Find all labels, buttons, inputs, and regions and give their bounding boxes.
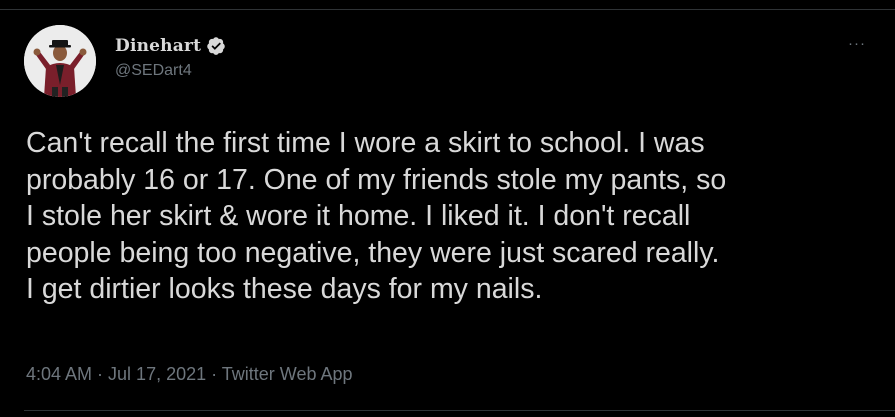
meta-separator: · xyxy=(92,364,109,384)
verified-badge-icon xyxy=(206,36,226,56)
tweet-source[interactable]: Twitter Web App xyxy=(222,364,353,384)
tweet-text-line: people being too negative, they were jus… xyxy=(26,236,720,269)
more-options-icon[interactable]: ··· xyxy=(846,35,868,52)
tweet-date[interactable]: Jul 17, 2021 xyxy=(108,364,206,384)
author-display-name[interactable]: Dinehart xyxy=(115,36,201,56)
tweet-text-line: Can't recall the first time I wore a ski… xyxy=(26,127,705,159)
top-divider xyxy=(0,9,895,10)
tweet-text-line: probably 16 or 17. One of my friends sto… xyxy=(26,163,727,196)
tweet-text: Can't recall the first time I wore a ski… xyxy=(26,125,876,308)
tweet-time[interactable]: 4:04 AM xyxy=(26,364,92,384)
tweet-text-line: I stole her skirt & wore it home. I like… xyxy=(26,200,691,232)
meta-separator: · xyxy=(206,364,222,384)
bottom-divider xyxy=(24,410,895,411)
tweet-author: Dinehart @SEDart4 xyxy=(115,35,226,80)
tweet-text-line: I get dirtier looks these days for my na… xyxy=(26,273,543,305)
tweet-metadata: 4:04 AM · Jul 17, 2021 · Twitter Web App xyxy=(26,364,353,385)
avatar-image xyxy=(24,25,96,97)
user-avatar[interactable] xyxy=(24,25,96,97)
author-handle[interactable]: @SEDart4 xyxy=(115,62,226,80)
author-name-row: Dinehart xyxy=(115,35,226,57)
